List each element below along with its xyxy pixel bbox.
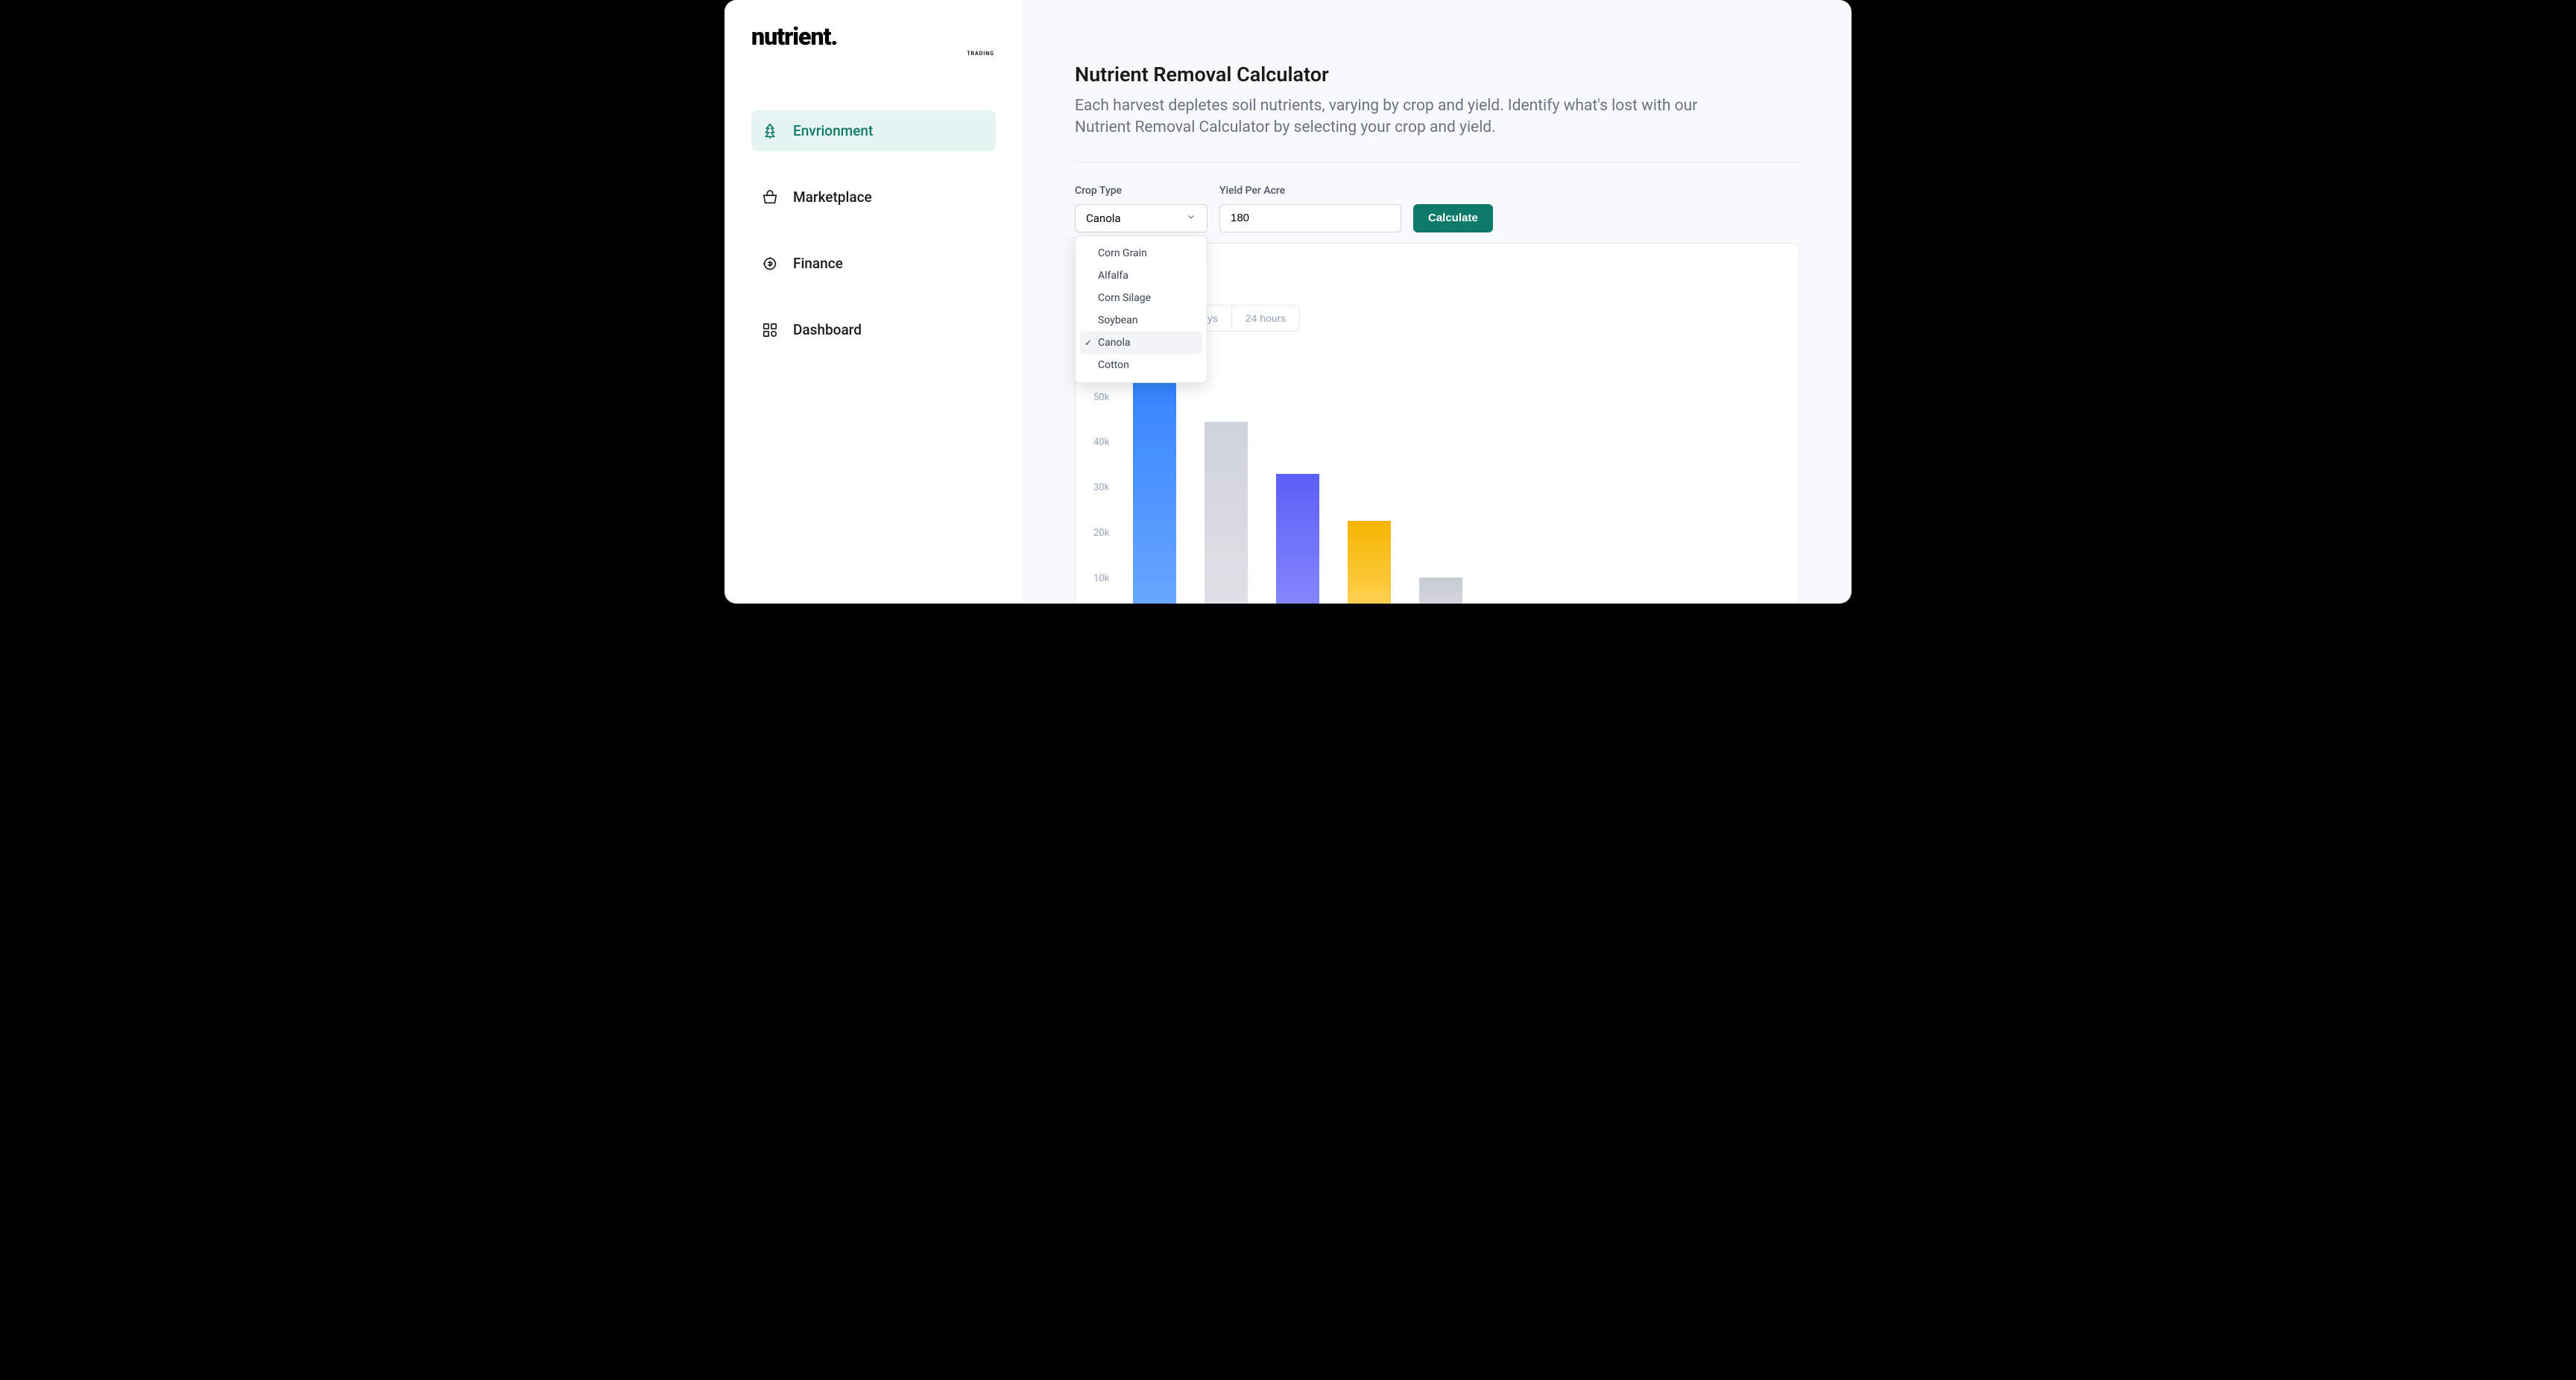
chart-bar-5 — [1419, 577, 1462, 604]
crop-type-dropdown: Corn Grain Alfalfa Corn Silage Soybean ✓ Cano… — [1075, 235, 1208, 383]
crop-option-canola[interactable]: ✓ Canola — [1080, 332, 1202, 354]
sidebar-item-dashboard[interactable]: Dashboard — [751, 309, 996, 350]
chart-bar-1 — [1133, 355, 1176, 604]
chart: 60k50k40k30k20k10k0 — [1093, 346, 1781, 604]
sidebar-item-envrionment[interactable]: Envrionment — [751, 110, 996, 151]
y-tick: 20k — [1093, 528, 1109, 539]
main-content: Nutrient Removal Calculator Each harvest… — [1023, 0, 1852, 604]
yield-label: Yield Per Acre — [1219, 185, 1401, 197]
nav-list: Envrionment Marketplace Finance Dashboard — [751, 110, 996, 350]
grid-icon — [762, 322, 778, 338]
sidebar-item-label: Dashboard — [793, 321, 862, 338]
sidebar-item-marketplace[interactable]: Marketplace — [751, 177, 996, 218]
crop-option-cotton[interactable]: Cotton — [1080, 354, 1202, 376]
basket-icon — [762, 189, 778, 206]
brand-logo: nutrient. TRADING — [751, 22, 996, 51]
y-tick: 40k — [1093, 437, 1109, 448]
chart-bars — [1117, 346, 1462, 604]
tab-24-hours[interactable]: 24 hours — [1232, 306, 1299, 331]
yield-field: Yield Per Acre — [1219, 185, 1401, 232]
coin-icon — [762, 256, 778, 272]
chart-bar-4 — [1348, 521, 1391, 604]
crop-option-label: Canola — [1098, 337, 1130, 349]
check-icon: ✓ — [1085, 338, 1092, 348]
crop-type-label: Crop Type — [1075, 185, 1208, 197]
crop-type-select[interactable]: Canola — [1075, 204, 1208, 232]
sidebar-item-label: Finance — [793, 255, 843, 272]
crop-option-label: Corn Grain — [1098, 247, 1147, 259]
y-axis: 60k50k40k30k20k10k0 — [1093, 346, 1117, 604]
page-title: Nutrient Removal Calculator — [1075, 63, 1799, 86]
crop-option-label: Alfalfa — [1098, 270, 1128, 282]
crop-option-corn-silage[interactable]: Corn Silage — [1080, 287, 1202, 309]
calculate-button[interactable]: Calculate — [1413, 204, 1493, 232]
sidebar-item-label: Marketplace — [793, 189, 872, 206]
tree-icon — [762, 123, 778, 139]
y-tick: 30k — [1093, 482, 1109, 493]
sidebar-item-finance[interactable]: Finance — [751, 243, 996, 284]
crop-option-label: Soybean — [1098, 314, 1137, 326]
controls-row: Crop Type Canola Corn GrainAlfalfaCorn S… — [1075, 185, 1799, 232]
crop-option-soybean[interactable]: Soybean — [1080, 309, 1202, 332]
crop-option-corn-grain[interactable]: Corn Grain — [1080, 242, 1202, 265]
y-tick: 50k — [1093, 392, 1109, 403]
brand-tagline: TRADING — [967, 51, 994, 57]
sidebar-item-label: Envrionment — [793, 122, 873, 139]
chevron-down-icon — [1186, 212, 1196, 225]
brand-name: nutrient. — [751, 22, 837, 51]
chart-bar-2 — [1205, 422, 1248, 604]
crop-option-alfalfa[interactable]: Alfalfa — [1080, 265, 1202, 287]
crop-type-field: Crop Type Canola Corn GrainAlfalfaCorn S… — [1075, 185, 1208, 232]
crop-type-value: Canola — [1086, 212, 1121, 225]
crop-option-label: Cotton — [1098, 359, 1129, 371]
page-description: Each harvest depletes soil nutrients, va… — [1075, 95, 1746, 139]
yield-input[interactable] — [1219, 204, 1401, 232]
crop-option-label: Corn Silage — [1098, 292, 1151, 304]
chart-bar-3 — [1276, 474, 1319, 604]
sidebar: nutrient. TRADING Envrionment Marketplace… — [724, 0, 1023, 604]
y-tick: 10k — [1093, 573, 1109, 584]
